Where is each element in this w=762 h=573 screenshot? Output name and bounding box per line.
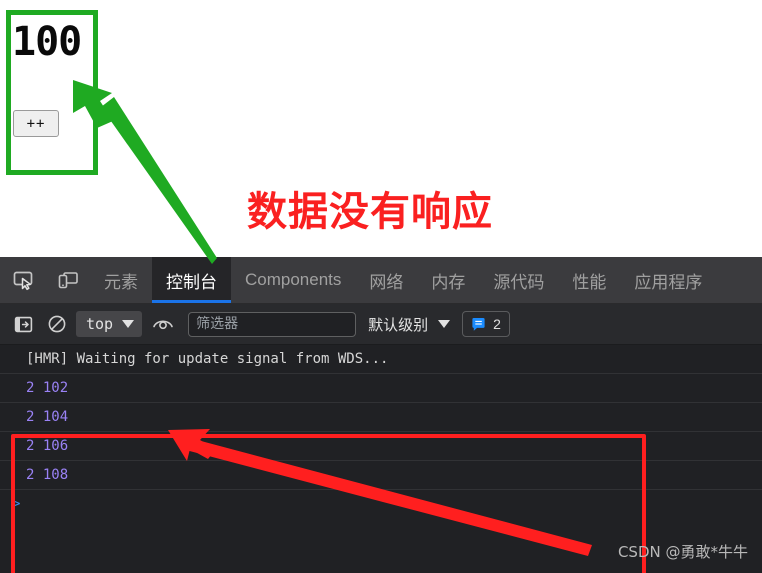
tab-sources[interactable]: 源代码 [479, 257, 558, 303]
info-count: 2 [493, 316, 501, 332]
console-message-text: 106 [42, 438, 69, 454]
prompt-symbol: > [12, 496, 21, 512]
console-message-text: 102 [42, 380, 69, 396]
device-toolbar-icon[interactable] [45, 257, 90, 303]
show-console-sidebar-icon[interactable] [6, 309, 40, 339]
tab-label: 网络 [369, 272, 404, 293]
tab-network[interactable]: 网络 [355, 257, 417, 303]
tab-label: 应用程序 [634, 272, 703, 293]
tab-label: 内存 [431, 272, 466, 293]
clear-console-icon[interactable] [40, 309, 74, 339]
console-input-prompt[interactable]: > [0, 490, 762, 518]
chevron-down-icon [122, 320, 135, 328]
console-repeat-count: 2 [26, 380, 35, 396]
live-expression-icon[interactable] [146, 309, 180, 339]
tab-label: 控制台 [166, 272, 217, 293]
watermark: CSDN @勇敢*牛牛 [617, 543, 748, 561]
counter-value: 100 [12, 19, 82, 65]
log-level-select[interactable]: 默认级别 [368, 314, 451, 335]
tab-elements[interactable]: 元素 [90, 257, 152, 303]
console-message-text: 108 [42, 467, 69, 483]
tab-memory[interactable]: 内存 [417, 257, 479, 303]
console-message-text: [HMR] Waiting for update signal from WDS… [26, 351, 389, 367]
console-row[interactable]: [HMR] Waiting for update signal from WDS… [0, 345, 762, 374]
console-repeat-count: 2 [26, 467, 35, 483]
tab-components[interactable]: Components [231, 257, 355, 303]
inspect-element-icon[interactable] [0, 257, 45, 303]
info-count-badge[interactable]: 2 [462, 311, 510, 337]
tab-application[interactable]: 应用程序 [620, 257, 716, 303]
console-row[interactable]: 2 104 [0, 403, 762, 432]
info-bubble-icon [472, 317, 485, 331]
log-level-label: 默认级别 [368, 315, 429, 334]
filter-input[interactable] [188, 311, 357, 337]
console-filter-bar: top 默认级别 2 [0, 304, 762, 345]
console-message-list[interactable]: [HMR] Waiting for update signal from WDS… [0, 345, 762, 573]
tab-console[interactable]: 控制台 [152, 257, 231, 303]
tab-label: Components [245, 270, 342, 289]
chevron-down-icon [438, 320, 451, 328]
browser-page-viewport: 100 ++ 数据没有响应 [0, 0, 762, 257]
annotation-text: 数据没有响应 [247, 189, 493, 235]
console-repeat-count: 2 [26, 438, 35, 454]
javascript-context-select[interactable]: top [76, 311, 143, 337]
tab-label: 源代码 [493, 272, 545, 293]
increment-button[interactable]: ++ [13, 110, 59, 137]
console-message-text: 104 [42, 409, 69, 425]
tab-label: 性能 [572, 272, 607, 293]
tab-label: 元素 [104, 272, 138, 293]
console-repeat-count: 2 [26, 409, 35, 425]
console-row[interactable]: 2 106 [0, 432, 762, 461]
devtools-tabbar: 元素 控制台 Components 网络 内存 源代码 性能 应用程序 [0, 257, 762, 304]
tab-performance[interactable]: 性能 [558, 257, 620, 303]
console-row[interactable]: 2 108 [0, 461, 762, 490]
devtools-panel: 元素 控制台 Components 网络 内存 源代码 性能 应用程序 top … [0, 257, 762, 573]
context-value: top [86, 315, 114, 333]
console-row[interactable]: 2 102 [0, 374, 762, 403]
